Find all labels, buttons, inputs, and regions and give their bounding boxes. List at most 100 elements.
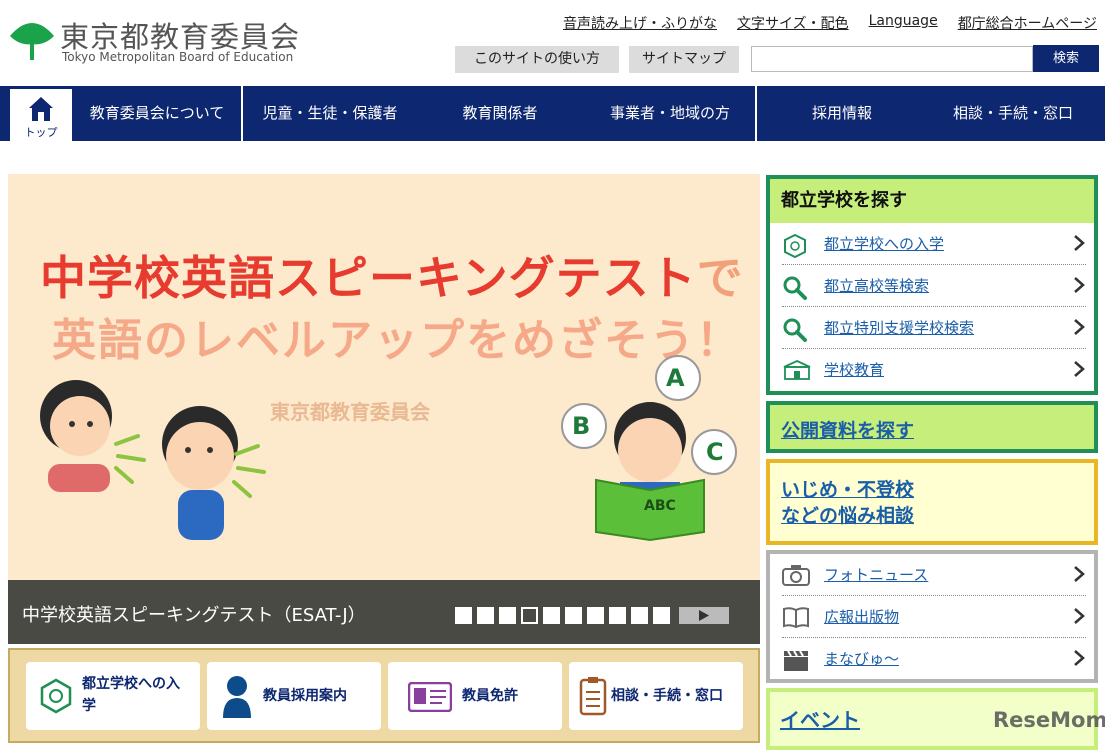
nav-consultation[interactable]: 相談・手続・窓口	[930, 86, 1096, 141]
quick-link-label: 都立学校への入学	[82, 676, 180, 714]
clipboard-icon	[579, 677, 607, 716]
nav-recruitment[interactable]: 採用情報	[780, 86, 904, 141]
bubble-letter-c: C	[706, 438, 724, 466]
slide-dot[interactable]	[543, 607, 560, 624]
search-button[interactable]: 検索	[1033, 45, 1099, 72]
quick-link-label: 教員免許	[462, 688, 518, 704]
nav-educators[interactable]: 教育関係者	[430, 86, 570, 141]
sidebar-item-label: 都立高校等検索	[824, 277, 930, 295]
chevron-right-icon	[1074, 319, 1085, 335]
search-icon	[783, 318, 807, 342]
home-icon	[29, 97, 53, 121]
chevron-right-icon	[1074, 277, 1085, 293]
org-name-en: Tokyo Metropolitan Board of Education	[62, 50, 294, 64]
slide-dot[interactable]	[587, 607, 604, 624]
nav-home-label: トップ	[24, 126, 58, 139]
slider-caption-bar: 中学校英語スピーキングテスト（ESAT-J）	[8, 580, 760, 644]
sidebar-item-label: 都立特別支援学校検索	[824, 319, 975, 337]
teacher-icon	[223, 676, 251, 718]
hero-org-text: 東京都教育委員会	[270, 400, 430, 424]
media-panel: フォトニュース 広報出版物 まなびゅ～	[766, 550, 1098, 683]
chevron-right-icon	[1074, 235, 1085, 251]
find-school-title: 都立学校を探す	[770, 179, 1094, 223]
slide-dot[interactable]	[499, 607, 516, 624]
chevron-right-icon	[1074, 608, 1085, 624]
slide-dot[interactable]	[521, 607, 538, 624]
play-icon	[699, 610, 709, 621]
sidebar-item-school-education[interactable]: 学校教育	[782, 349, 1086, 391]
slide-next-button[interactable]	[679, 607, 729, 624]
nav-divider	[241, 86, 243, 141]
quick-link-recruit[interactable]: 教員採用案内	[207, 662, 381, 730]
speaking-kids-illustration	[40, 380, 266, 540]
sidebar-item-admission[interactable]: 都立学校への入学	[782, 223, 1086, 265]
global-nav: トップ 教育委員会について 児童・生徒・保護者 教育関係者 事業者・地域の方 採…	[0, 86, 1105, 141]
bullying-consultation-panel[interactable]: いじめ・不登校 などの悩み相談	[766, 459, 1098, 545]
reading-boy-illustration	[561, 355, 737, 542]
read-aloud-link[interactable]: 音声読み上げ・ふりがな	[563, 13, 717, 33]
slide-indicators	[455, 607, 729, 624]
text-size-link[interactable]: 文字サイズ・配色	[737, 13, 849, 33]
public-docs-link[interactable]: 公開資料を探す	[781, 416, 914, 443]
hero-banner[interactable]: 中学校英語スピーキングテストで 英語のレベルアップをめざそう！ 東京都教育委員会…	[8, 174, 760, 580]
bullying-consultation-link[interactable]: いじめ・不登校 などの悩み相談	[781, 477, 914, 529]
sidebar-item-label: 広報出版物	[824, 608, 900, 626]
find-school-panel: 都立学校を探す 都立学校への入学 都立高校等検索 都立特別支援学校検索 学校教育	[766, 175, 1098, 395]
book-icon	[783, 607, 809, 628]
slide-dot[interactable]	[609, 607, 626, 624]
bullying-line-2: などの悩み相談	[781, 505, 915, 527]
watermark: ReseMom	[993, 708, 1105, 732]
quick-link-label: 教員採用案内	[263, 688, 347, 704]
hero-headline-suffix: で	[696, 251, 744, 305]
quick-links: 都立学校への入学 教員採用案内 教員免許 相談・手続・窓口	[8, 648, 760, 743]
quick-link-license[interactable]: 教員免許	[388, 662, 562, 730]
events-link[interactable]: イベント	[780, 704, 860, 733]
sidebar-item-label: 学校教育	[824, 361, 885, 379]
sidebar-item-publications[interactable]: 広報出版物	[782, 596, 1086, 638]
sidebar-item-photo-news[interactable]: フォトニュース	[782, 554, 1086, 596]
nav-about[interactable]: 教育委員会について	[74, 86, 240, 141]
nav-business[interactable]: 事業者・地域の方	[590, 86, 750, 141]
quick-link-label: 相談・手続・窓口	[611, 688, 723, 704]
sidebar-item-manabyu[interactable]: まなびゅ～	[782, 638, 1086, 680]
nav-divider	[755, 86, 757, 141]
slide-dot[interactable]	[455, 607, 472, 624]
slide-dot[interactable]	[477, 607, 494, 624]
book-text: ABC	[644, 498, 676, 514]
sidebar-item-label: 都立学校への入学	[824, 235, 945, 253]
slide-dot[interactable]	[565, 607, 582, 624]
clapperboard-icon	[784, 650, 808, 671]
chevron-right-icon	[1074, 361, 1085, 377]
language-link[interactable]: Language	[869, 13, 938, 33]
sidebar-item-special-school-search[interactable]: 都立特別支援学校検索	[782, 307, 1086, 349]
slide-caption[interactable]: 中学校英語スピーキングテスト（ESAT-J）	[22, 601, 366, 627]
slide-dot[interactable]	[653, 607, 670, 624]
site-logo[interactable]: 東京都教育委員会 Tokyo Metropolitan Board of Edu…	[8, 12, 308, 68]
bubble-letter-b: B	[572, 412, 591, 440]
quick-link-admission[interactable]: 都立学校への入学	[26, 662, 200, 730]
chevron-right-icon	[1074, 650, 1085, 666]
howto-button[interactable]: このサイトの使い方	[455, 46, 619, 73]
nav-home[interactable]: トップ	[10, 86, 72, 141]
sidebar-item-label: まなびゅ～	[824, 650, 900, 668]
search-input[interactable]	[751, 46, 1033, 72]
hero-headline-main: 中学校英語スピーキングテスト	[40, 251, 697, 305]
license-card-icon	[408, 682, 452, 712]
camera-icon	[782, 565, 810, 586]
bubble-letter-a: A	[666, 364, 685, 392]
public-docs-panel[interactable]: 公開資料を探す	[766, 401, 1098, 453]
hero-headline: 中学校英語スピーキングテストで	[40, 242, 744, 308]
chevron-right-icon	[1074, 566, 1085, 582]
sidebar-item-label: フォトニュース	[824, 566, 929, 584]
search-icon	[783, 276, 807, 300]
school-emblem-icon	[784, 233, 806, 259]
bullying-line-1: いじめ・不登校	[781, 479, 915, 501]
slide-dot[interactable]	[631, 607, 648, 624]
sitemap-button[interactable]: サイトマップ	[629, 46, 739, 73]
sidebar-item-high-school-search[interactable]: 都立高校等検索	[782, 265, 1086, 307]
ginkgo-logo-icon	[10, 23, 54, 60]
metro-home-link[interactable]: 都庁総合ホームページ	[958, 13, 1097, 33]
quick-link-consultation[interactable]: 相談・手続・窓口	[569, 662, 743, 730]
nav-students[interactable]: 児童・生徒・保護者	[245, 86, 415, 141]
school-emblem-icon	[40, 678, 72, 714]
